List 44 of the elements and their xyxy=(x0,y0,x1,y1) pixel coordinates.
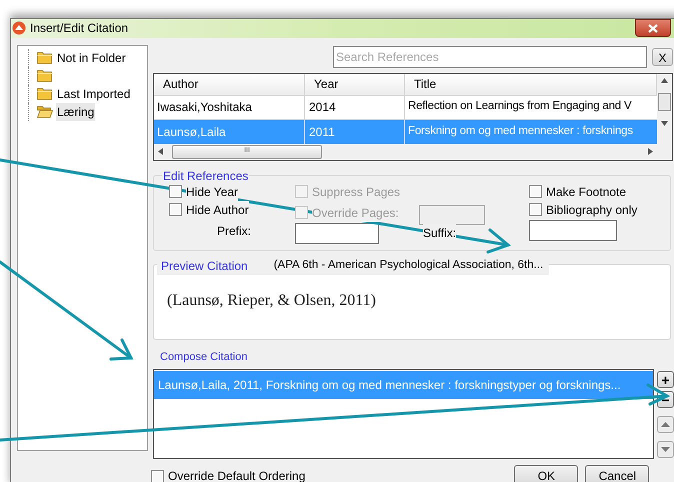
move-down-button[interactable] xyxy=(657,441,674,458)
year-cell: 2014 xyxy=(305,96,405,118)
title-cell-text: Forskning om og med mennesker : forsknings xyxy=(407,124,634,139)
citation-style: (APA 6th - American Psychological Association, 6th... xyxy=(274,258,544,273)
search-field[interactable]: Search References xyxy=(333,46,647,68)
window-title: Insert/Edit Citation xyxy=(30,20,128,38)
author-cell: Iwasaki,Yoshitaka xyxy=(154,96,305,118)
title-cell-text: Reflection on Learnings from Engaging and V xyxy=(407,99,632,114)
scroll-down-icon[interactable] xyxy=(661,120,668,126)
down-triangle-icon xyxy=(661,447,670,452)
folder-icon xyxy=(37,51,53,64)
close-icon xyxy=(648,24,658,32)
scroll-right-icon[interactable] xyxy=(647,148,653,155)
column-header[interactable]: Author xyxy=(154,74,305,94)
folder-item[interactable]: Læring xyxy=(28,102,147,120)
clear-search-button[interactable]: X xyxy=(652,48,673,66)
column-header[interactable]: Year xyxy=(305,74,405,94)
group-legend: Preview Citation xyxy=(157,256,248,274)
checkbox[interactable] xyxy=(169,185,182,198)
ok-button[interactable]: OK xyxy=(514,465,578,482)
scroll-up-icon[interactable] xyxy=(661,78,668,82)
folder-icon xyxy=(37,69,53,82)
table-row[interactable]: Iwasaki,Yoshitaka 2014 Reflection on Learnings from Engaging and V xyxy=(154,96,657,120)
close-button[interactable] xyxy=(635,19,671,37)
prefix-field[interactable] xyxy=(295,222,379,244)
up-triangle-icon xyxy=(661,422,670,427)
folder-item[interactable]: Not in Folder xyxy=(28,48,147,66)
checkbox[interactable] xyxy=(529,203,542,216)
prefix-label: Prefix: xyxy=(217,222,252,240)
compose-legend: Compose Citation xyxy=(160,348,674,365)
checkbox[interactable] xyxy=(529,185,542,198)
citation-preview: (Launsø, Rieper, & Olsen, 2011) xyxy=(167,290,377,310)
add-button[interactable]: + xyxy=(657,371,674,388)
cancel-button[interactable]: Cancel xyxy=(585,465,650,482)
move-up-button[interactable] xyxy=(657,416,674,433)
folder-icon xyxy=(37,87,53,100)
scroll-thumb[interactable] xyxy=(658,92,671,110)
checkbox[interactable] xyxy=(151,470,164,482)
scroll-left-icon[interactable] xyxy=(158,148,164,155)
checkbox[interactable] xyxy=(169,203,182,216)
open-folder-icon xyxy=(37,105,53,118)
app-logo-icon xyxy=(12,21,26,36)
suffix-field[interactable] xyxy=(529,220,617,240)
folder-item[interactable]: Last Imported xyxy=(28,84,147,102)
